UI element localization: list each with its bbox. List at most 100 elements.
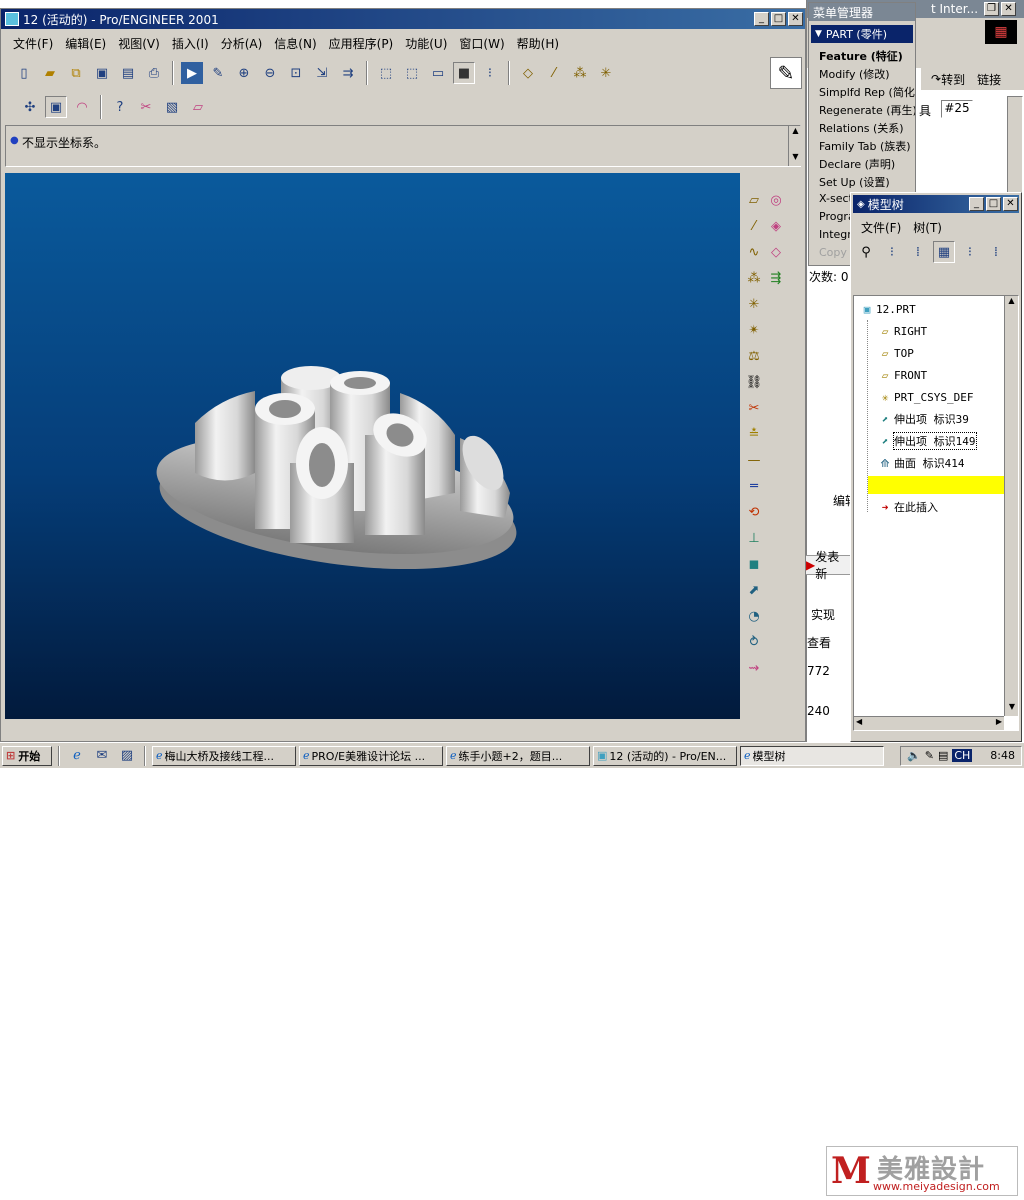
tree-insert-here[interactable]: ➜ 在此插入 xyxy=(876,496,938,518)
show-desktop-icon[interactable]: ▨ xyxy=(116,745,138,767)
orient-icon[interactable]: ⇲ xyxy=(311,62,333,84)
datum-axis-tool-icon[interactable]: ⁄ xyxy=(743,213,765,239)
menu-manager-titlebar[interactable]: 菜单管理器 xyxy=(809,3,915,21)
menu-item-modify[interactable]: Modify (修改) xyxy=(811,65,915,83)
zoom-in-icon[interactable]: ⊕ xyxy=(233,62,255,84)
browser-close-button[interactable]: ✕ xyxy=(1001,2,1017,16)
select-icon[interactable]: ✣ xyxy=(19,96,41,118)
align-tool-icon[interactable]: ≛ xyxy=(743,421,765,447)
tree-vertical-scrollbar[interactable]: ▲ ▼ xyxy=(1004,296,1018,716)
tree-filter-icon[interactable]: ⁝ xyxy=(881,241,903,263)
menu-item-regenerate[interactable]: Regenerate (再生) xyxy=(811,101,915,119)
chain-tool-icon[interactable]: ⛓ xyxy=(743,369,765,395)
analysis-tool-icon[interactable]: ◈ xyxy=(765,213,787,239)
tree-item-protrusion-39[interactable]: ⬈ 伸出项 标识39 xyxy=(876,408,969,430)
model-tree-toggle-icon[interactable]: ⁝ xyxy=(479,62,501,84)
datum-axes-toggle-icon[interactable]: ⁄ xyxy=(543,62,565,84)
datum-points-toggle-icon[interactable]: ⁂ xyxy=(569,62,591,84)
task-browser-practice[interactable]: ℯ 练手小题+2，题目... xyxy=(446,745,590,766)
new-file-icon[interactable]: ▯ xyxy=(13,62,35,84)
menu-insert[interactable]: 插入(I) xyxy=(166,35,215,52)
menu-file[interactable]: 文件(F) xyxy=(7,35,59,52)
select-part-icon[interactable]: ▣ xyxy=(45,96,67,118)
menu-info[interactable]: 信息(N) xyxy=(268,35,322,52)
model-tree-menu-tree[interactable]: 树(T) xyxy=(907,219,948,236)
start-button[interactable]: ⊞ 开始 xyxy=(2,745,52,766)
no-hidden-icon[interactable]: ▭ xyxy=(427,62,449,84)
menu-edit[interactable]: 编辑(E) xyxy=(59,35,112,52)
whats-this-icon[interactable]: ? xyxy=(109,96,131,118)
tree-item-front[interactable]: ▱ FRONT xyxy=(876,364,927,386)
datum-curve-tool-icon[interactable]: ∿ xyxy=(743,239,765,265)
extrude-tool-icon[interactable]: ⬈ xyxy=(743,577,765,603)
sweep-tool-icon[interactable]: ⥁ xyxy=(743,629,765,655)
ie-quicklaunch-icon[interactable]: ℯ xyxy=(66,745,88,767)
menu-view[interactable]: 视图(V) xyxy=(112,35,166,52)
datum-plane-tool-icon[interactable]: ▱ xyxy=(743,187,765,213)
datum-scale-tool-icon[interactable]: ⚖ xyxy=(743,343,765,369)
menu-item-set-up[interactable]: Set Up (设置) xyxy=(811,173,915,191)
menu-item-declare[interactable]: Declare (声明) xyxy=(811,155,915,173)
menu-utilities[interactable]: 功能(U) xyxy=(399,35,453,52)
network-icon[interactable]: ▤ xyxy=(938,749,948,762)
zoom-out-icon[interactable]: ⊖ xyxy=(259,62,281,84)
maximize-button[interactable]: □ xyxy=(771,12,786,26)
menu-help[interactable]: 帮助(H) xyxy=(511,35,565,52)
browser-restore-button[interactable]: ❐ xyxy=(984,2,1000,16)
menu-item-simplfd-rep[interactable]: Simplfd Rep (简化表 xyxy=(811,83,915,101)
sketched-datum-icon[interactable]: ⁂ xyxy=(743,265,765,291)
tree-root[interactable]: ▣ 12.PRT xyxy=(858,298,916,320)
shading-icon[interactable]: ■ xyxy=(453,62,475,84)
tree-columns-icon[interactable]: ⁞ xyxy=(907,241,929,263)
menu-analysis[interactable]: 分析(A) xyxy=(215,35,269,52)
goto-button[interactable]: 转到 xyxy=(941,71,965,88)
tree-item-csys[interactable]: ✳ PRT_CSYS_DEF xyxy=(876,386,974,408)
line-tool-icon[interactable]: — xyxy=(743,447,765,473)
expand-icon[interactable]: ⁝ xyxy=(959,241,981,263)
model-tree-menu-file[interactable]: 文件(F) xyxy=(855,219,907,236)
collapse-icon[interactable]: ⁞ xyxy=(985,241,1007,263)
menu-item-feature[interactable]: Feature (特征) xyxy=(811,47,915,65)
open-model-icon[interactable]: ⧉ xyxy=(65,62,87,84)
minimize-button[interactable]: _ xyxy=(754,12,769,26)
find-icon[interactable]: ⚲ xyxy=(855,241,877,263)
csys-offset-tool-icon[interactable]: ✴ xyxy=(743,317,765,343)
menu-item-family-tab[interactable]: Family Tab (族表) xyxy=(811,137,915,155)
query-select-icon[interactable]: ◠ xyxy=(71,96,93,118)
split-tool-icon[interactable]: ✂ xyxy=(743,395,765,421)
cut-icon[interactable]: ✂ xyxy=(135,96,157,118)
model-tree-minimize-button[interactable]: _ xyxy=(969,197,984,211)
graphics-viewport[interactable] xyxy=(5,173,740,719)
menu-manager-header[interactable]: ▼ PART (零件) xyxy=(811,25,913,43)
task-model-tree[interactable]: ℯ 模型树 xyxy=(740,745,884,766)
csys-tool-icon[interactable]: ✳ xyxy=(743,291,765,317)
save-copy-icon[interactable]: ▤ xyxy=(117,62,139,84)
main-titlebar[interactable]: 12 (活动的) - Pro/ENGINEER 2001 _ □ ✕ xyxy=(1,9,805,29)
refit-icon[interactable]: ⊡ xyxy=(285,62,307,84)
menu-item-relations[interactable]: Relations (关系) xyxy=(811,119,915,137)
outlook-quicklaunch-icon[interactable]: ✉ xyxy=(91,745,113,767)
revolve-tool-icon[interactable]: ◔ xyxy=(743,603,765,629)
close-button[interactable]: ✕ xyxy=(788,12,803,26)
volume-icon[interactable]: 🔈 xyxy=(907,749,921,762)
tree-horizontal-scrollbar[interactable]: ◀ ▶ xyxy=(854,716,1004,730)
model-tree-close-button[interactable]: ✕ xyxy=(1003,197,1018,211)
task-proe-main[interactable]: ▣ 12 (活动的) - Pro/EN... xyxy=(593,745,737,766)
tree-item-right[interactable]: ▱ RIGHT xyxy=(876,320,927,342)
plane-icon[interactable]: ▱ xyxy=(187,96,209,118)
datum-planes-toggle-icon[interactable]: ◇ xyxy=(517,62,539,84)
solid-tool-icon[interactable]: ◼ xyxy=(743,551,765,577)
tree-item-top[interactable]: ▱ TOP xyxy=(876,342,914,364)
model-tree-maximize-button[interactable]: □ xyxy=(986,197,1001,211)
language-indicator[interactable]: CH xyxy=(952,749,973,762)
datum-point-tool-icon[interactable]: ◎ xyxy=(765,187,787,213)
message-scrollbar[interactable]: ▲ ▼ xyxy=(788,126,802,166)
pattern-icon[interactable]: ▧ xyxy=(161,96,183,118)
pen-icon[interactable]: ✎ xyxy=(925,749,934,762)
graph-tool-icon[interactable]: ◇ xyxy=(765,239,787,265)
tree-item-protrusion-149[interactable]: ⬈ 伸出项 标识149 xyxy=(876,430,977,452)
link-label[interactable]: 链接 xyxy=(977,71,1001,88)
task-browser-bridge[interactable]: ℯ 梅山大桥及接线工程... xyxy=(152,745,296,766)
part-model-3d[interactable] xyxy=(5,173,740,719)
blend-tool-icon[interactable]: ⇝ xyxy=(743,655,765,681)
